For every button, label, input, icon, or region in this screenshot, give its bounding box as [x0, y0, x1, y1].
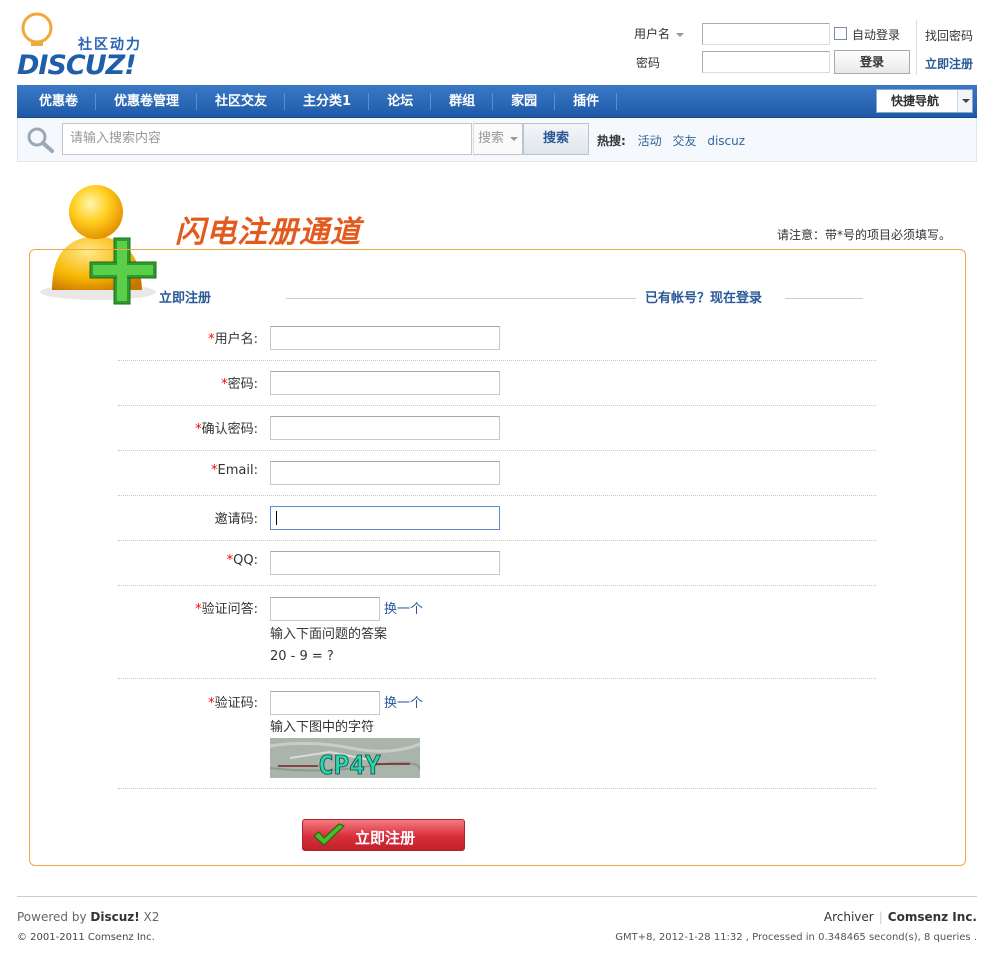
email-field-label: *Email:: [211, 463, 258, 478]
nav-item-group[interactable]: 群组: [431, 85, 494, 118]
email-input[interactable]: [270, 461, 500, 485]
auto-login-checkbox[interactable]: [834, 27, 847, 40]
qq-input[interactable]: [270, 551, 500, 575]
verify-question-label: *验证问答:: [195, 602, 258, 617]
company-link[interactable]: Comsenz Inc.: [888, 910, 977, 924]
register-now-link[interactable]: 立即注册: [925, 55, 973, 72]
quick-nav-button[interactable]: 快捷导航: [876, 89, 973, 113]
nav-item-plugin[interactable]: 插件: [555, 85, 618, 118]
password-field-label: *密码:: [221, 377, 258, 392]
divider: [785, 298, 863, 299]
captcha-image[interactable]: CP4Y: [270, 738, 420, 778]
logo-wordmark: DISCUZ!: [17, 50, 137, 81]
password-input[interactable]: [270, 371, 500, 395]
submit-label: 立即注册: [355, 829, 416, 847]
login-password-input[interactable]: [702, 51, 830, 73]
question-hint: 输入下面问题的答案: [270, 627, 388, 642]
chevron-down-icon: [510, 136, 519, 141]
login-button[interactable]: 登录: [834, 50, 910, 74]
password-label: 密码: [636, 56, 661, 70]
change-question-link[interactable]: 换一个: [384, 598, 423, 617]
change-captcha-link[interactable]: 换一个: [384, 692, 423, 711]
footer-stats: GMT+8, 2012-1-28 11:32 , Processed in 0.…: [615, 932, 977, 943]
powered-by: Powered by Discuz! X2: [17, 910, 160, 924]
search-type-select[interactable]: 搜索: [473, 123, 523, 155]
confirm-password-label: *确认密码:: [195, 422, 258, 437]
nav-item-forum[interactable]: 论坛: [369, 85, 432, 118]
auto-login-label[interactable]: 自动登录: [852, 26, 900, 43]
tab-login[interactable]: 已有帐号？现在登录: [645, 287, 762, 306]
invite-code-label: 邀请码:: [214, 512, 258, 527]
footer-divider: [17, 896, 977, 897]
hot-search: 热搜: 活动 交友 discuz: [597, 132, 752, 149]
copyright: © 2001-2011 Comsenz Inc.: [17, 932, 155, 943]
captcha-text: CP4Y: [318, 751, 381, 778]
search-icon: [27, 127, 54, 153]
verify-question: 20 - 9 = ?: [270, 649, 334, 664]
divider: [118, 450, 876, 451]
hot-search-label: 热搜:: [597, 134, 626, 148]
archiver-link[interactable]: Archiver: [824, 910, 874, 924]
divider: [118, 585, 876, 586]
footer-links: Archiver | Comsenz Inc.: [823, 910, 977, 924]
find-password-link[interactable]: 找回密码: [925, 27, 973, 44]
checkmark-icon: [313, 823, 346, 846]
divider: [118, 495, 876, 496]
lightbulb-icon: [21, 12, 53, 46]
verify-answer-input[interactable]: [270, 597, 380, 621]
divider: [286, 298, 636, 299]
divider: [118, 360, 876, 361]
nav-item-social[interactable]: 社区交友: [197, 85, 286, 118]
nav-item-home[interactable]: 家园: [493, 85, 556, 118]
hot-search-link[interactable]: 交友: [672, 134, 696, 148]
nav-item-coupon-manage[interactable]: 优惠卷管理: [96, 85, 198, 118]
main-nav: 优惠卷 优惠卷管理 社区交友 主分类1 论坛 群组 家园 插件 快捷导航: [17, 85, 977, 118]
discuz-link[interactable]: Discuz!: [90, 910, 139, 924]
username-label: 用户名: [634, 25, 685, 42]
hot-search-link[interactable]: discuz: [707, 134, 745, 148]
chevron-down-icon[interactable]: [676, 32, 685, 37]
divider: [118, 678, 876, 679]
search-bar: 请输入搜索内容 搜索 搜索 热搜: 活动 交友 discuz: [17, 118, 977, 162]
login-username-input[interactable]: [702, 23, 830, 45]
quick-nav-label: 快捷导航: [891, 94, 940, 108]
discuz-logo[interactable]: 社区动力 DISCUZ!: [17, 12, 157, 81]
chevron-down-icon[interactable]: [957, 90, 972, 112]
username-field-label: *用户名:: [208, 332, 258, 347]
search-button[interactable]: 搜索: [523, 123, 589, 155]
hot-search-link[interactable]: 活动: [638, 134, 662, 148]
search-input[interactable]: 请输入搜索内容: [62, 123, 472, 155]
invite-code-input[interactable]: [270, 506, 500, 530]
nav-item-coupon[interactable]: 优惠卷: [21, 85, 97, 118]
divider: [118, 540, 876, 541]
verify-code-input[interactable]: [270, 691, 380, 715]
captcha-hint: 输入下图中的字符: [270, 720, 375, 735]
verify-code-label: *验证码:: [208, 696, 258, 711]
divider: [118, 788, 876, 789]
header-divider: [916, 20, 917, 75]
tab-register[interactable]: 立即注册: [159, 287, 211, 306]
qq-field-label: *QQ:: [226, 553, 258, 568]
username-input[interactable]: [270, 326, 500, 350]
page-title: 闪电注册通道: [175, 215, 361, 250]
divider: [118, 405, 876, 406]
register-submit-button[interactable]: 立即注册: [302, 819, 465, 851]
required-notice: 请注意：带*号的项目必须填写。: [776, 228, 951, 242]
nav-item-main-category[interactable]: 主分类1: [285, 85, 370, 118]
confirm-password-input[interactable]: [270, 416, 500, 440]
search-type-label: 搜索: [478, 131, 505, 146]
